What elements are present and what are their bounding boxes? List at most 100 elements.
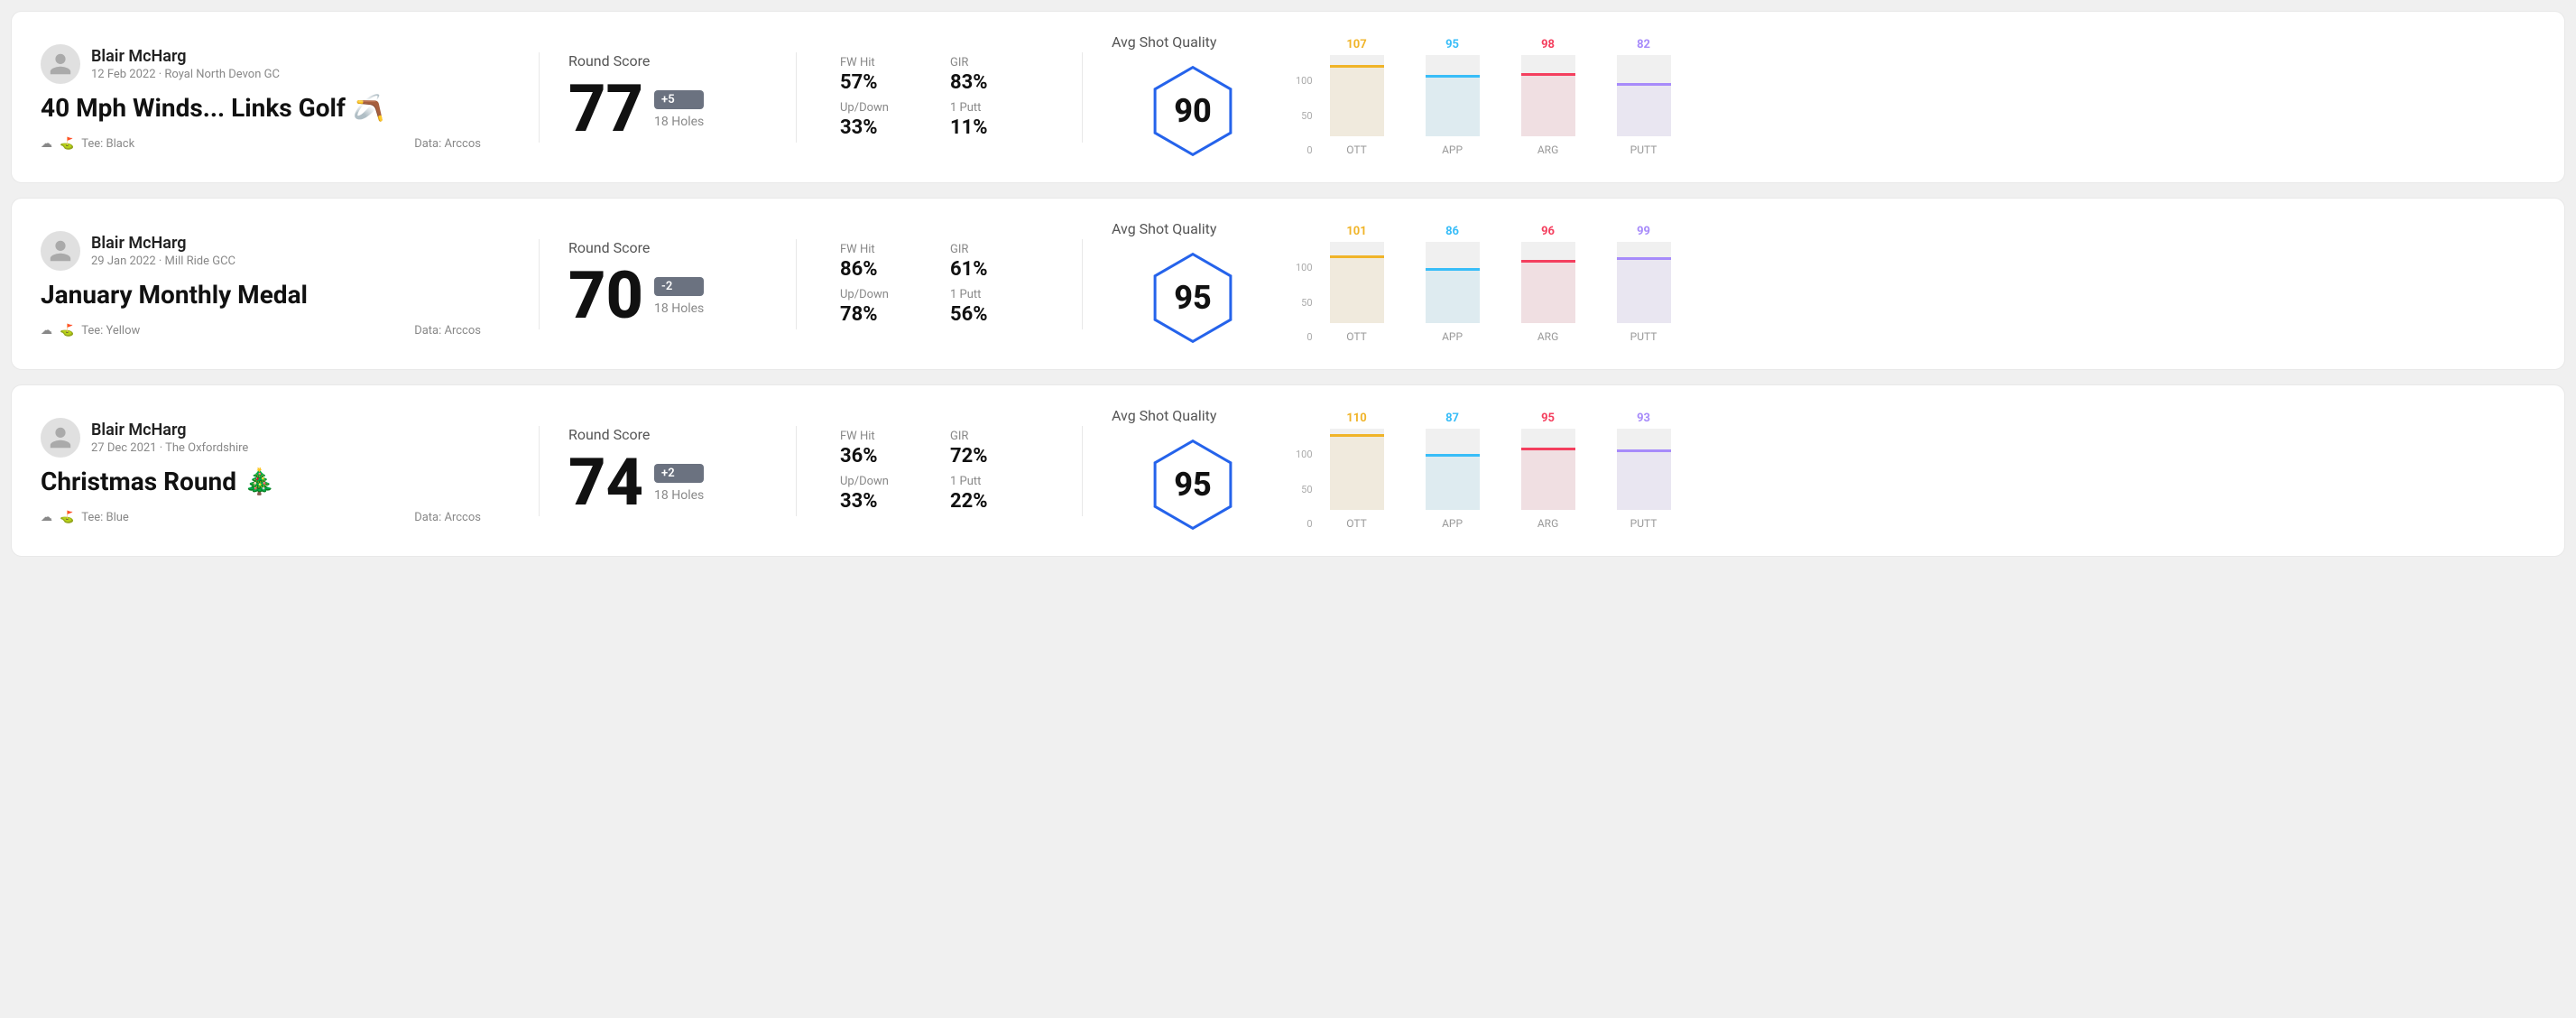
date-course: 29 Jan 2022 · Mill Ride GCC: [91, 255, 235, 268]
chart-bar-line-putt: [1617, 83, 1671, 86]
chart-column-putt: 82 PUTT: [1603, 38, 1685, 156]
date-course: 27 Dec 2021 · The Oxfordshire: [91, 441, 248, 455]
chart-bar-bg-arg: [1521, 55, 1575, 136]
title-emoji: 🎄: [244, 467, 275, 496]
chart-column-putt: 99 PUTT: [1603, 225, 1685, 343]
stat-fw-hit: FW Hit 57%: [840, 56, 928, 94]
divider-1: [539, 52, 540, 143]
score-row: 70 -2 18 Holes: [568, 264, 767, 329]
cloud-icon: ☁: [41, 511, 52, 524]
bag-icon: ⛳: [60, 137, 74, 151]
chart-bar-line-arg: [1521, 448, 1575, 450]
player-name: Blair McHarg: [91, 234, 235, 253]
quality-number: 95: [1174, 466, 1212, 504]
gir-value: 83%: [950, 71, 1039, 94]
round-left-section: Blair McHarg 29 Jan 2022 · Mill Ride GCC…: [41, 231, 510, 338]
chart-value-ott: 107: [1346, 38, 1366, 51]
hexagon-container: 95: [1143, 248, 1242, 347]
chart-column-putt: 93 PUTT: [1603, 412, 1685, 530]
fw-hit-value: 36%: [840, 445, 928, 467]
chart-bar-fill-putt: [1617, 452, 1671, 510]
one-putt-label: 1 Putt: [950, 475, 1039, 488]
chart-bar-fill-ott: [1330, 68, 1384, 137]
chart-area: 100 50 0 101 OTT 86 APP: [1296, 225, 2535, 343]
chart-bar-bg-putt: [1617, 242, 1671, 323]
chart-bar-fill-app: [1426, 457, 1480, 510]
chart-value-ott: 110: [1346, 412, 1366, 425]
footer-row: ☁ ⛳ Tee: Yellow Data: Arccos: [41, 324, 481, 338]
fw-hit-value: 57%: [840, 71, 928, 94]
chart-label-ott: OTT: [1346, 517, 1367, 530]
bag-icon: ⛳: [60, 511, 74, 524]
data-source: Data: Arccos: [414, 511, 481, 524]
tee-info: ☁ ⛳ Tee: Blue: [41, 511, 129, 524]
round-card-round-2[interactable]: Blair McHarg 29 Jan 2022 · Mill Ride GCC…: [11, 198, 2565, 370]
chart-label-app: APP: [1442, 517, 1463, 530]
chart-bar-bg-app: [1426, 242, 1480, 323]
score-meta: -2 18 Holes: [654, 277, 704, 316]
chart-bar-fill-arg: [1521, 76, 1575, 137]
score-number: 70: [568, 264, 643, 329]
stat-gir: GIR 83%: [950, 56, 1039, 94]
quality-label: Avg Shot Quality: [1112, 220, 1216, 237]
stat-one-putt: 1 Putt 11%: [950, 101, 1039, 139]
chart-column-ott: 110 OTT: [1316, 412, 1398, 530]
gir-label: GIR: [950, 243, 1039, 256]
fw-hit-value: 86%: [840, 258, 928, 281]
hexagon-container: 95: [1143, 435, 1242, 534]
chart-bar-bg-putt: [1617, 55, 1671, 136]
holes-label: 18 Holes: [654, 301, 704, 316]
chart-bar-line-app: [1426, 454, 1480, 457]
divider-1: [539, 426, 540, 516]
round-left-section: Blair McHarg 12 Feb 2022 · Royal North D…: [41, 44, 510, 151]
chart-value-arg: 95: [1541, 412, 1555, 425]
score-section: Round Score 74 +2 18 Holes: [568, 426, 767, 515]
chart-bar-line-putt: [1617, 449, 1671, 452]
chart-bar-fill-putt: [1617, 260, 1671, 323]
chart-bars: 107 OTT 95 APP 98: [1316, 38, 1685, 156]
chart-label-ott: OTT: [1346, 330, 1367, 343]
chart-bar-bg-app: [1426, 55, 1480, 136]
round-title: January Monthly Medal: [41, 280, 481, 310]
chart-value-putt: 82: [1637, 38, 1650, 51]
chart-bar-line-app: [1426, 268, 1480, 271]
profile-info: Blair McHarg 27 Dec 2021 · The Oxfordshi…: [91, 421, 248, 455]
profile-row: Blair McHarg 29 Jan 2022 · Mill Ride GCC: [41, 231, 481, 271]
stats-grid: FW Hit 36% GIR 72% Up/Down 33% 1 Putt 22…: [840, 430, 1039, 513]
score-number: 74: [568, 450, 643, 515]
divider-1: [539, 239, 540, 329]
chart-value-ott: 101: [1346, 225, 1366, 238]
round-title: 40 Mph Winds... Links Golf 🪃: [41, 93, 481, 123]
fw-hit-label: FW Hit: [840, 430, 928, 443]
gir-value: 72%: [950, 445, 1039, 467]
score-meta: +2 18 Holes: [654, 464, 704, 503]
chart-bar-line-arg: [1521, 73, 1575, 76]
up-down-label: Up/Down: [840, 475, 928, 488]
one-putt-value: 11%: [950, 116, 1039, 139]
cloud-icon: ☁: [41, 324, 52, 338]
chart-bars: 110 OTT 87 APP 95: [1316, 412, 1685, 530]
gir-label: GIR: [950, 56, 1039, 69]
chart-bar-fill-ott: [1330, 437, 1384, 510]
up-down-value: 33%: [840, 116, 928, 139]
score-row: 77 +5 18 Holes: [568, 77, 767, 142]
chart-bar-line-ott: [1330, 434, 1384, 437]
avatar: [41, 418, 80, 458]
stats-grid: FW Hit 86% GIR 61% Up/Down 78% 1 Putt 56…: [840, 243, 1039, 326]
quality-section: Avg Shot Quality 95: [1112, 220, 1274, 347]
divider-3: [1082, 426, 1083, 516]
stat-up-down: Up/Down 33%: [840, 475, 928, 513]
chart-column-ott: 107 OTT: [1316, 38, 1398, 156]
round-card-round-1[interactable]: Blair McHarg 12 Feb 2022 · Royal North D…: [11, 11, 2565, 183]
stats-grid: FW Hit 57% GIR 83% Up/Down 33% 1 Putt 11…: [840, 56, 1039, 139]
round-card-round-3[interactable]: Blair McHarg 27 Dec 2021 · The Oxfordshi…: [11, 384, 2565, 557]
chart-section: 100 50 0 107 OTT 95 APP: [1274, 38, 2535, 156]
score-section: Round Score 77 +5 18 Holes: [568, 52, 767, 142]
chart-bar-bg-arg: [1521, 242, 1575, 323]
one-putt-value: 56%: [950, 303, 1039, 326]
round-score-label: Round Score: [568, 239, 767, 256]
chart-bar-bg-arg: [1521, 429, 1575, 510]
chart-bar-line-putt: [1617, 257, 1671, 260]
chart-value-app: 95: [1445, 38, 1459, 51]
stat-up-down: Up/Down 78%: [840, 288, 928, 326]
